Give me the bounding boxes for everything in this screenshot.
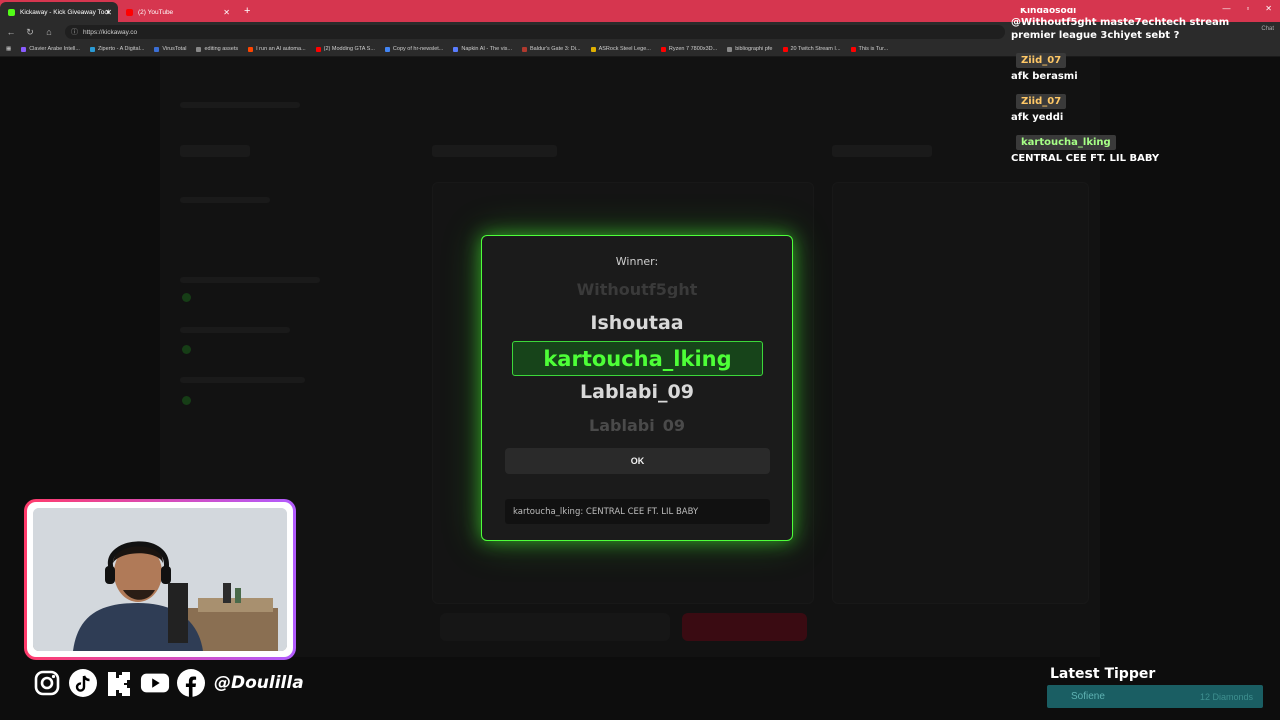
- back-icon[interactable]: ←: [3, 27, 19, 37]
- bookmark-item[interactable]: Ryzen 7 7800x3D...: [660, 46, 717, 52]
- winner-name-highlight: kartoucha_lking: [512, 341, 763, 376]
- bookmark-item[interactable]: (2) Modding GTA S...: [315, 46, 375, 52]
- youtube-favicon-icon: [126, 8, 133, 16]
- dimmed-winners-panel: [832, 182, 1089, 604]
- dimmed-toggle: [182, 396, 191, 405]
- chat-message: @Withoutf5ght maste7echtech stream premi…: [1008, 16, 1273, 42]
- chat-username-cut: Kindaosodi: [1020, 8, 1077, 16]
- bookmark-item[interactable]: VirusTotal: [154, 46, 186, 52]
- dimmed-button: [440, 613, 670, 641]
- winner-message: kartoucha_lking: CENTRAL CEE FT. LIL BAB…: [505, 499, 770, 524]
- reel-item-faded: Lablabi_09: [589, 416, 685, 432]
- kick-icon: [104, 668, 134, 698]
- bookmark-item[interactable]: ASRock Steel Lege...: [590, 46, 651, 52]
- dimmed-option-line: [180, 277, 320, 283]
- webcam-border: [27, 502, 293, 657]
- webcam-frame: [24, 499, 296, 660]
- winner-modal: Winner: Withoutf5ght Ishoutaa kartoucha_…: [481, 235, 793, 541]
- webcam-video: [33, 508, 287, 651]
- chat-username: Ziid_07: [1016, 53, 1067, 68]
- url-text: https://kickaway.co: [83, 28, 138, 36]
- latest-tipper-bar: Sofiene 12 Diamonds: [1047, 685, 1263, 708]
- chat-text: @Withoutf5ght maste7echtech stream premi…: [1011, 17, 1230, 41]
- tab-youtube[interactable]: (2) YouTube ✕: [118, 2, 236, 22]
- chat-username: kartoucha_lking: [1016, 135, 1116, 150]
- bookmark-item[interactable]: Napkin AI - The vis...: [453, 46, 512, 52]
- facebook-icon: [176, 668, 206, 698]
- chat-button-label[interactable]: Chat: [1261, 26, 1274, 32]
- chat-text: afk yeddi: [1011, 112, 1064, 123]
- dimmed-option-line: [180, 197, 270, 203]
- bookmark-item[interactable]: Clavier Arabe Intell...: [21, 46, 80, 52]
- bookmark-folder[interactable]: bibliographi pfe: [727, 46, 773, 52]
- bookmark-item[interactable]: Copy of hr-newslet...: [384, 46, 443, 52]
- chat-message: kartoucha_lking CENTRAL CEE FT. LIL BABY: [1008, 130, 1273, 165]
- close-icon[interactable]: ✕: [105, 8, 112, 17]
- tab-title: (2) YouTube: [138, 8, 174, 16]
- tipper-name: Sofiene: [1071, 691, 1105, 702]
- dimmed-winners-heading: [832, 145, 932, 157]
- winner-label: Winner:: [615, 255, 659, 268]
- chat-message: Ziid_07 afk yeddi: [1008, 89, 1273, 124]
- site-info-icon[interactable]: ⓘ: [71, 27, 78, 37]
- chat-text: CENTRAL CEE FT. LIL BABY: [1011, 153, 1160, 164]
- tipper-amount: 12 Diamonds: [1199, 691, 1253, 702]
- bookmark-item[interactable]: Baldur's Gate 3: Di...: [522, 46, 581, 52]
- bookmark-item[interactable]: Ziperto - A Digital...: [89, 46, 144, 52]
- social-links: @Doulilla: [32, 668, 304, 698]
- kick-favicon-icon: [8, 8, 15, 16]
- chat-text: afk berasmi: [1011, 71, 1078, 82]
- reel-item: Lablabi_09: [580, 381, 694, 403]
- bookmark-folder[interactable]: editing assets: [196, 46, 238, 52]
- dimmed-breadcrumb: [180, 102, 300, 108]
- new-tab-icon[interactable]: +: [244, 5, 250, 17]
- stream-chat-overlay: Kindaosodi @Withoutf5ght maste7echtech s…: [1008, 8, 1273, 171]
- latest-tipper-title: Latest Tipper: [1050, 666, 1156, 682]
- bookmark-item[interactable]: This is Tur...: [850, 46, 888, 52]
- reload-icon[interactable]: ↻: [22, 27, 38, 38]
- tab-title: Kickaway - Kick Giveaway Tool: [20, 8, 110, 16]
- reel-item: Ishoutaa: [590, 312, 684, 334]
- social-handle: @Doulilla: [214, 673, 304, 693]
- dimmed-settings-heading: [180, 145, 250, 157]
- close-icon[interactable]: ✕: [223, 8, 230, 17]
- address-bar[interactable]: ⓘ https://kickaway.co: [65, 25, 1005, 39]
- dimmed-toggle: [182, 345, 191, 354]
- bookmark-item[interactable]: 20 Twitch Stream I...: [782, 46, 841, 52]
- reel-item-faded: Withoutf5ght: [576, 280, 698, 298]
- dimmed-participants-heading: [432, 145, 557, 157]
- home-icon[interactable]: ⌂: [41, 27, 57, 37]
- bookmark-item[interactable]: I run an AI automa...: [248, 46, 306, 52]
- ok-button[interactable]: OK: [505, 448, 770, 474]
- tiktok-icon: [68, 668, 98, 698]
- streamer-image: [33, 508, 287, 651]
- apps-icon[interactable]: ▦: [6, 46, 11, 52]
- dimmed-option-line: [180, 377, 305, 383]
- tab-kickaway[interactable]: Kickaway - Kick Giveaway Tool ✕: [0, 2, 118, 22]
- youtube-icon: [140, 668, 170, 698]
- dimmed-red-button: [682, 613, 807, 641]
- dimmed-option-line: [180, 327, 290, 333]
- chat-message: Ziid_07 afk berasmi: [1008, 48, 1273, 83]
- dimmed-toggle: [182, 293, 191, 302]
- chat-username: Ziid_07: [1016, 94, 1067, 109]
- instagram-icon: [32, 668, 62, 698]
